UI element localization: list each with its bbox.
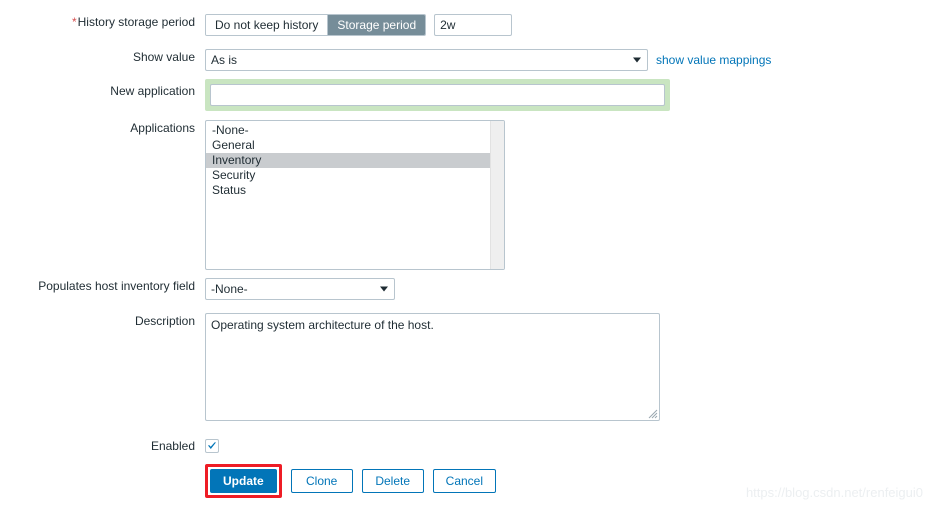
applications-listbox-scrollbar[interactable] [490, 121, 504, 269]
label-enabled: Enabled [150, 439, 195, 453]
new-application-highlight-wrapper [205, 79, 670, 111]
applications-option-list: -None- General Inventory Security Status [206, 121, 504, 198]
row-form-actions: Update Clone Delete Cancel [0, 464, 505, 498]
applications-option[interactable]: Status [206, 183, 504, 198]
inventory-field-selected-text: -None- [211, 282, 248, 296]
watermark: https://blog.csdn.net/renfeigui0 [745, 485, 923, 500]
applications-option[interactable]: General [206, 138, 504, 153]
history-mode-option-do-not-keep[interactable]: Do not keep history [206, 15, 329, 35]
row-applications: Applications -None- General Inventory Secur… [0, 120, 505, 270]
label-applications: Applications [130, 121, 195, 135]
applications-option[interactable]: Inventory [206, 153, 504, 168]
row-history-storage-period: *History storage period Do not keep hist… [0, 14, 513, 36]
checkmark-icon [208, 442, 216, 449]
row-enabled: Enabled [0, 438, 219, 454]
show-value-select[interactable]: As is [205, 49, 648, 71]
field-description [205, 313, 660, 421]
new-application-input[interactable] [210, 84, 665, 106]
description-textarea[interactable] [205, 313, 660, 421]
applications-option[interactable]: -None- [206, 123, 504, 138]
row-new-application: New application [0, 79, 670, 111]
label-inventory-field: Populates host inventory field [38, 279, 195, 293]
cancel-button[interactable]: Cancel [432, 469, 497, 493]
show-value-selected-text: As is [211, 53, 238, 67]
field-inventory-field: -None- [205, 278, 395, 300]
label-text: History storage period [77, 15, 195, 29]
history-mode-option-storage-period[interactable]: Storage period [328, 15, 426, 35]
item-edit-form: *History storage period Do not keep hist… [0, 0, 937, 506]
label-show-value: Show value [132, 50, 195, 64]
label-description: Description [134, 314, 195, 328]
enabled-checkbox[interactable] [205, 439, 219, 453]
row-description: Description [0, 313, 660, 421]
field-applications: -None- General Inventory Security Status [205, 120, 505, 270]
update-button[interactable]: Update [210, 469, 277, 493]
delete-button[interactable]: Delete [361, 469, 424, 493]
field-enabled [205, 438, 219, 453]
field-new-application [205, 79, 670, 111]
chevron-down-icon [380, 286, 388, 292]
required-asterisk: * [71, 15, 77, 29]
row-show-value: Show value As is show value mappings [0, 49, 771, 71]
history-storage-period-input[interactable] [434, 14, 513, 36]
field-show-value: As is show value mappings [205, 49, 771, 71]
applications-listbox[interactable]: -None- General Inventory Security Status [205, 120, 505, 270]
clone-button[interactable]: Clone [290, 469, 353, 493]
applications-option[interactable]: Security [206, 168, 504, 183]
label-new-application: New application [110, 84, 195, 98]
inventory-field-select[interactable]: -None- [205, 278, 395, 300]
show-value-mappings-link[interactable]: show value mappings [656, 49, 771, 71]
field-history-storage-period: Do not keep history Storage period [205, 14, 513, 36]
row-inventory-field: Populates host inventory field -None- [0, 278, 395, 300]
form-action-buttons: Update Clone Delete Cancel [205, 464, 505, 498]
history-mode-segmented-control[interactable]: Do not keep history Storage period [205, 14, 427, 36]
update-button-annotation-highlight: Update [205, 464, 282, 498]
label-history-storage-period: *History storage period [0, 14, 205, 30]
chevron-down-icon [633, 57, 641, 63]
